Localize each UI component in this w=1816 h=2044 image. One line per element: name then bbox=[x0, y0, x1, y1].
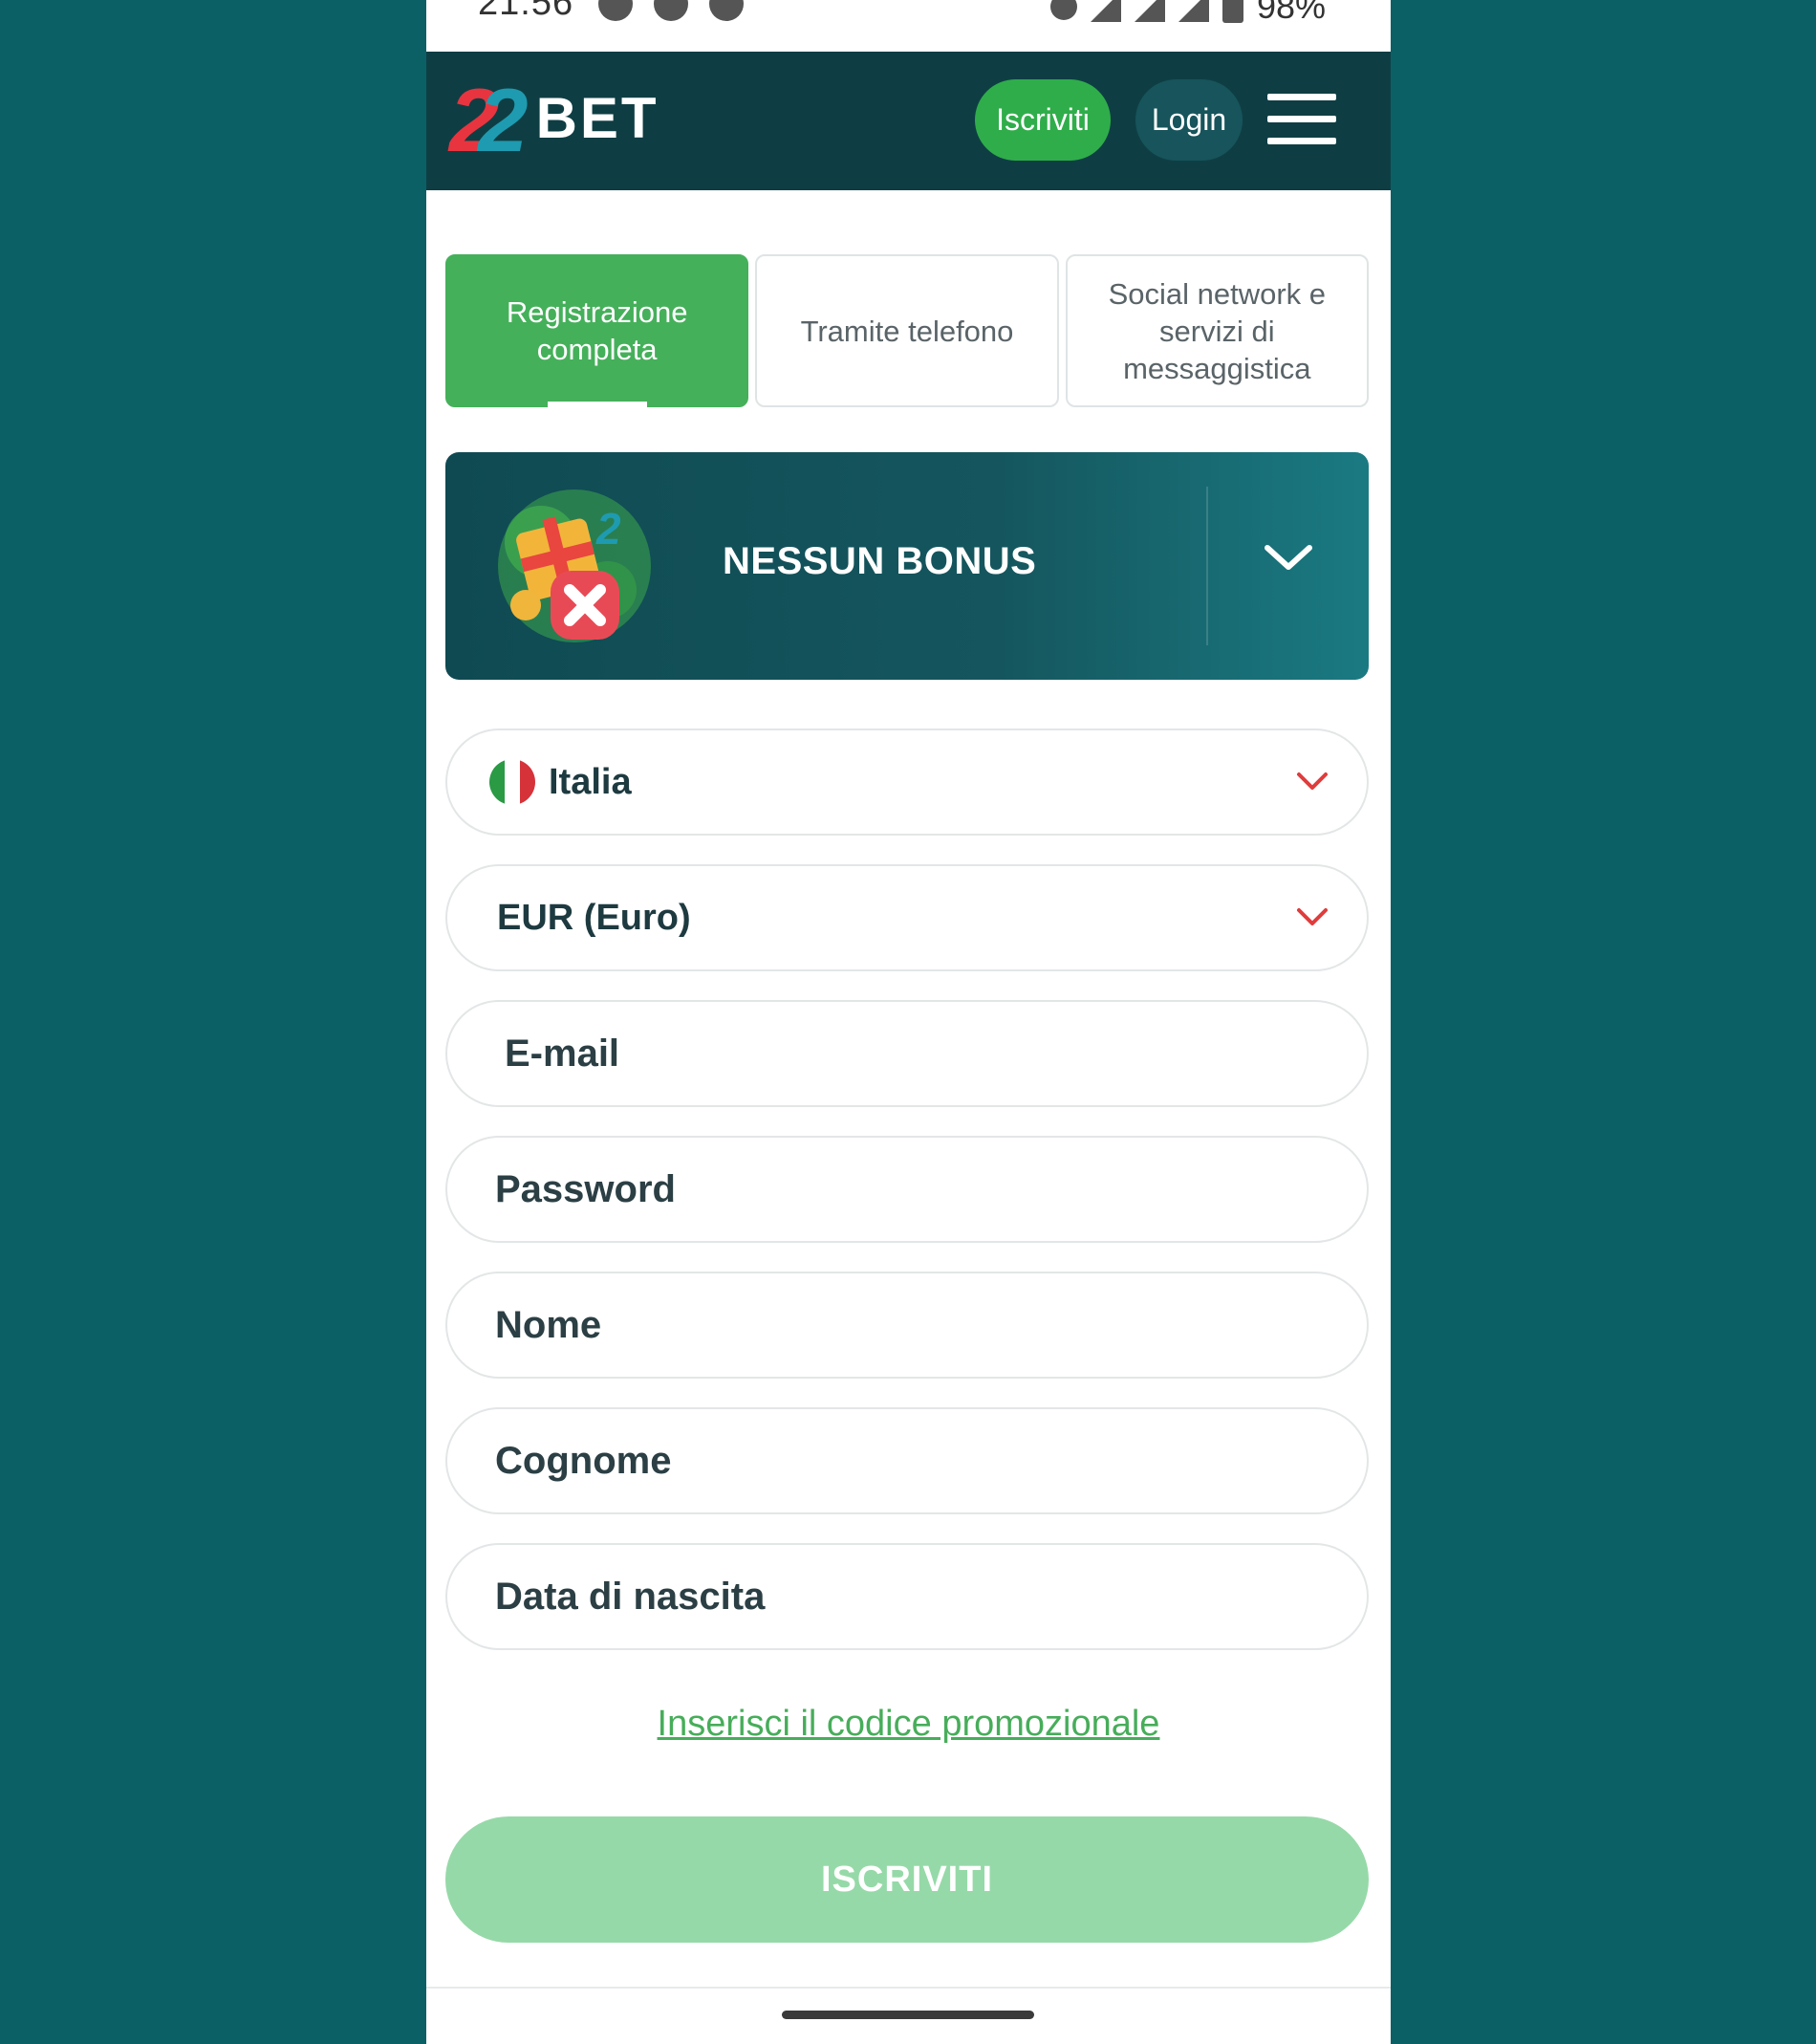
login-button[interactable]: Login bbox=[1135, 79, 1243, 161]
flag-stripe bbox=[489, 759, 505, 805]
logo-digit: 2 bbox=[478, 70, 528, 170]
currency-select[interactable]: EUR (Euro) bbox=[445, 864, 1369, 971]
battery-icon bbox=[1221, 0, 1243, 23]
registration-method-tabs: Registrazione completa Tramite telefono … bbox=[445, 254, 1369, 409]
notification-icons bbox=[598, 0, 744, 21]
wifi-icon bbox=[1090, 0, 1121, 22]
gift-bonus-icon: 2 bbox=[498, 489, 651, 642]
notification-icon bbox=[654, 0, 688, 21]
last-name-field[interactable] bbox=[495, 1439, 1317, 1483]
first-name-field-wrapper bbox=[445, 1272, 1369, 1379]
signal-icon bbox=[1134, 0, 1165, 22]
menu-bar bbox=[1267, 94, 1336, 100]
email-field-wrapper bbox=[445, 1000, 1369, 1107]
country-select[interactable]: Italia bbox=[445, 728, 1369, 836]
birth-date-field-wrapper bbox=[445, 1543, 1369, 1650]
status-time: 21:56 bbox=[478, 0, 574, 23]
app-header: 22 BET Iscriviti Login bbox=[426, 52, 1391, 190]
last-name-field-wrapper bbox=[445, 1407, 1369, 1514]
flag-stripe bbox=[520, 759, 535, 805]
bonus-title: NESSUN BONUS bbox=[723, 540, 1037, 582]
car-icon bbox=[1049, 0, 1077, 20]
password-field-wrapper bbox=[445, 1136, 1369, 1243]
bonus-selector[interactable]: 2 NESSUN BONUS bbox=[445, 452, 1369, 680]
system-icons: 98% bbox=[1049, 0, 1326, 27]
chevron-down-icon bbox=[1297, 908, 1328, 925]
tab-social-network[interactable]: Social network e servizi di messaggistic… bbox=[1065, 254, 1369, 407]
phone-screen: 21:56 98% 22 BET Iscriviti Login Registr… bbox=[426, 0, 1391, 2044]
signal-icon bbox=[1178, 0, 1209, 22]
birth-date-field[interactable] bbox=[495, 1575, 1317, 1619]
chevron-down-icon bbox=[1297, 772, 1328, 790]
logo-digit: 2 bbox=[449, 70, 499, 170]
tab-by-phone[interactable]: Tramite telefono bbox=[755, 254, 1059, 407]
promo-code-link[interactable]: Inserisci il codice promozionale bbox=[426, 1704, 1391, 1745]
bottom-divider bbox=[426, 1987, 1391, 1989]
battery-percent: 98% bbox=[1256, 0, 1326, 26]
password-field[interactable] bbox=[495, 1167, 1317, 1211]
home-indicator[interactable] bbox=[782, 2011, 1034, 2019]
submit-register-button[interactable]: ISCRIVITI bbox=[445, 1816, 1369, 1943]
logo-wordmark: BET bbox=[535, 85, 659, 150]
email-field[interactable] bbox=[505, 1032, 1327, 1076]
italy-flag-icon bbox=[489, 759, 535, 805]
register-button[interactable]: Iscriviti bbox=[975, 79, 1111, 161]
flag-stripe bbox=[505, 759, 520, 805]
profile-icon bbox=[709, 0, 744, 21]
menu-bar bbox=[1267, 138, 1336, 144]
svg-text:2: 2 bbox=[595, 504, 621, 554]
country-value: Italia bbox=[549, 761, 632, 802]
brand-logo[interactable]: 22 BET bbox=[449, 73, 659, 168]
currency-value: EUR (Euro) bbox=[497, 897, 691, 938]
status-bar: 21:56 98% bbox=[426, 0, 1391, 52]
notification-icon bbox=[598, 0, 633, 21]
hamburger-menu-icon[interactable] bbox=[1267, 92, 1340, 149]
menu-bar bbox=[1267, 116, 1336, 122]
bonus-divider bbox=[1206, 487, 1208, 645]
first-name-field[interactable] bbox=[495, 1303, 1317, 1347]
chevron-down-icon[interactable] bbox=[1264, 542, 1313, 573]
tab-full-registration[interactable]: Registrazione completa bbox=[445, 254, 749, 407]
logo-mark: 22 bbox=[449, 76, 529, 165]
